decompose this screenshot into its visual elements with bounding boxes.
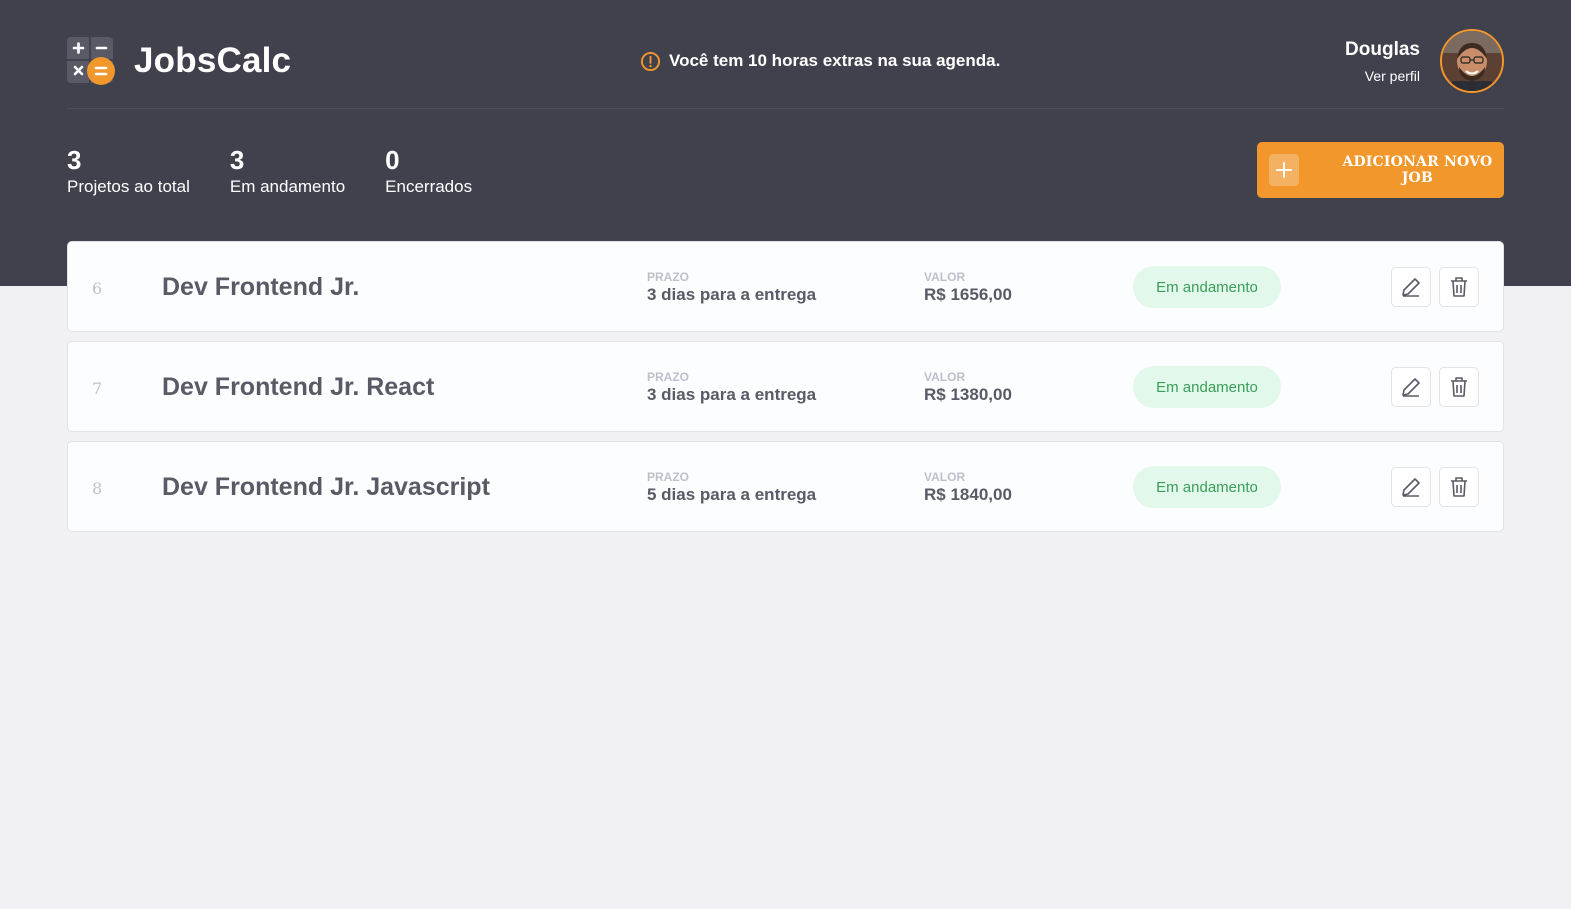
job-id: 8 bbox=[92, 479, 103, 498]
job-list: 6 Dev Frontend Jr. PRAZO 3 dias para a e… bbox=[67, 241, 1504, 541]
value-label: VALOR bbox=[924, 370, 966, 384]
summary-total-value: 3 bbox=[67, 145, 82, 175]
plus-icon bbox=[1269, 154, 1299, 186]
edit-icon bbox=[1402, 478, 1420, 497]
job-card: 7 Dev Frontend Jr. React PRAZO 3 dias pa… bbox=[67, 341, 1504, 432]
edit-job-button[interactable] bbox=[1391, 267, 1431, 307]
job-deadline: PRAZO 3 dias para a entrega bbox=[647, 270, 816, 305]
trash-icon bbox=[1451, 477, 1467, 497]
job-card: 6 Dev Frontend Jr. PRAZO 3 dias para a e… bbox=[67, 241, 1504, 332]
overtime-notice: Você tem 10 horas extras na sua agenda. bbox=[640, 50, 1000, 72]
edit-job-button[interactable] bbox=[1391, 367, 1431, 407]
trash-icon bbox=[1451, 377, 1467, 397]
app-title: JobsCalc bbox=[134, 41, 292, 80]
summary-in-progress: 3 Em andamento bbox=[230, 146, 345, 197]
edit-icon bbox=[1402, 378, 1420, 397]
value-label: VALOR bbox=[924, 270, 966, 284]
deadline-label: PRAZO bbox=[647, 470, 689, 484]
summary-closed-label: Encerrados bbox=[385, 177, 473, 196]
delete-job-button[interactable] bbox=[1439, 467, 1479, 507]
job-id: 7 bbox=[92, 379, 103, 398]
add-new-job-label: ADICIONAR NOVO JOB bbox=[1342, 154, 1493, 186]
job-id: 6 bbox=[92, 279, 103, 298]
summary: 3 Projetos ao total 3 Em andamento 0 Enc… bbox=[67, 146, 472, 197]
job-name: Dev Frontend Jr. Javascript bbox=[162, 473, 490, 501]
profile-name: Douglas bbox=[1345, 38, 1420, 60]
summary-total-label: Projetos ao total bbox=[67, 177, 190, 196]
job-deadline: PRAZO 3 dias para a entrega bbox=[647, 370, 816, 405]
summary-in-progress-value: 3 bbox=[229, 145, 245, 175]
status-badge: Em andamento bbox=[1133, 366, 1281, 408]
deadline-value: 3 dias para a entrega bbox=[647, 285, 817, 304]
top-bar: JobsCalc Você tem 10 horas extras na sua… bbox=[67, 28, 1504, 94]
status-badge: Em andamento bbox=[1133, 466, 1281, 508]
summary-in-progress-label: Em andamento bbox=[229, 177, 346, 196]
summary-closed: 0 Encerrados bbox=[385, 146, 472, 197]
summary-total: 3 Projetos ao total bbox=[67, 146, 190, 197]
value-amount: R$ 1840,00 bbox=[924, 485, 1012, 504]
add-new-job-button[interactable]: ADICIONAR NOVO JOB bbox=[1257, 142, 1504, 198]
value-amount: R$ 1380,00 bbox=[924, 385, 1012, 404]
deadline-label: PRAZO bbox=[647, 270, 689, 284]
delete-job-button[interactable] bbox=[1439, 267, 1479, 307]
edit-icon bbox=[1402, 278, 1420, 297]
deadline-value: 5 dias para a entrega bbox=[647, 485, 817, 504]
alert-icon bbox=[640, 51, 661, 71]
value-amount: R$ 1656,00 bbox=[924, 285, 1012, 304]
value-label: VALOR bbox=[924, 470, 966, 484]
job-value: VALOR R$ 1840,00 bbox=[924, 470, 1012, 505]
profile-link[interactable]: Douglas Ver perfil bbox=[1345, 28, 1504, 94]
job-value: VALOR R$ 1380,00 bbox=[924, 370, 1012, 405]
avatar[interactable] bbox=[1440, 29, 1504, 93]
deadline-label: PRAZO bbox=[647, 370, 689, 384]
notice-text: Você tem 10 horas extras na sua agenda. bbox=[669, 51, 1001, 70]
job-name: Dev Frontend Jr. bbox=[162, 273, 360, 301]
header-divider bbox=[67, 108, 1504, 109]
summary-closed-value: 0 bbox=[385, 145, 400, 175]
calculator-logo-icon bbox=[67, 37, 115, 85]
job-deadline: PRAZO 5 dias para a entrega bbox=[647, 470, 816, 505]
delete-job-button[interactable] bbox=[1439, 367, 1479, 407]
job-value: VALOR R$ 1656,00 bbox=[924, 270, 1012, 305]
job-name: Dev Frontend Jr. React bbox=[162, 373, 435, 401]
avatar-image bbox=[1442, 31, 1502, 91]
job-card: 8 Dev Frontend Jr. Javascript PRAZO 5 di… bbox=[67, 441, 1504, 532]
edit-job-button[interactable] bbox=[1391, 467, 1431, 507]
deadline-value: 3 dias para a entrega bbox=[647, 385, 817, 404]
trash-icon bbox=[1451, 277, 1467, 297]
view-profile-link[interactable]: Ver perfil bbox=[1345, 68, 1420, 84]
status-badge: Em andamento bbox=[1133, 266, 1281, 308]
